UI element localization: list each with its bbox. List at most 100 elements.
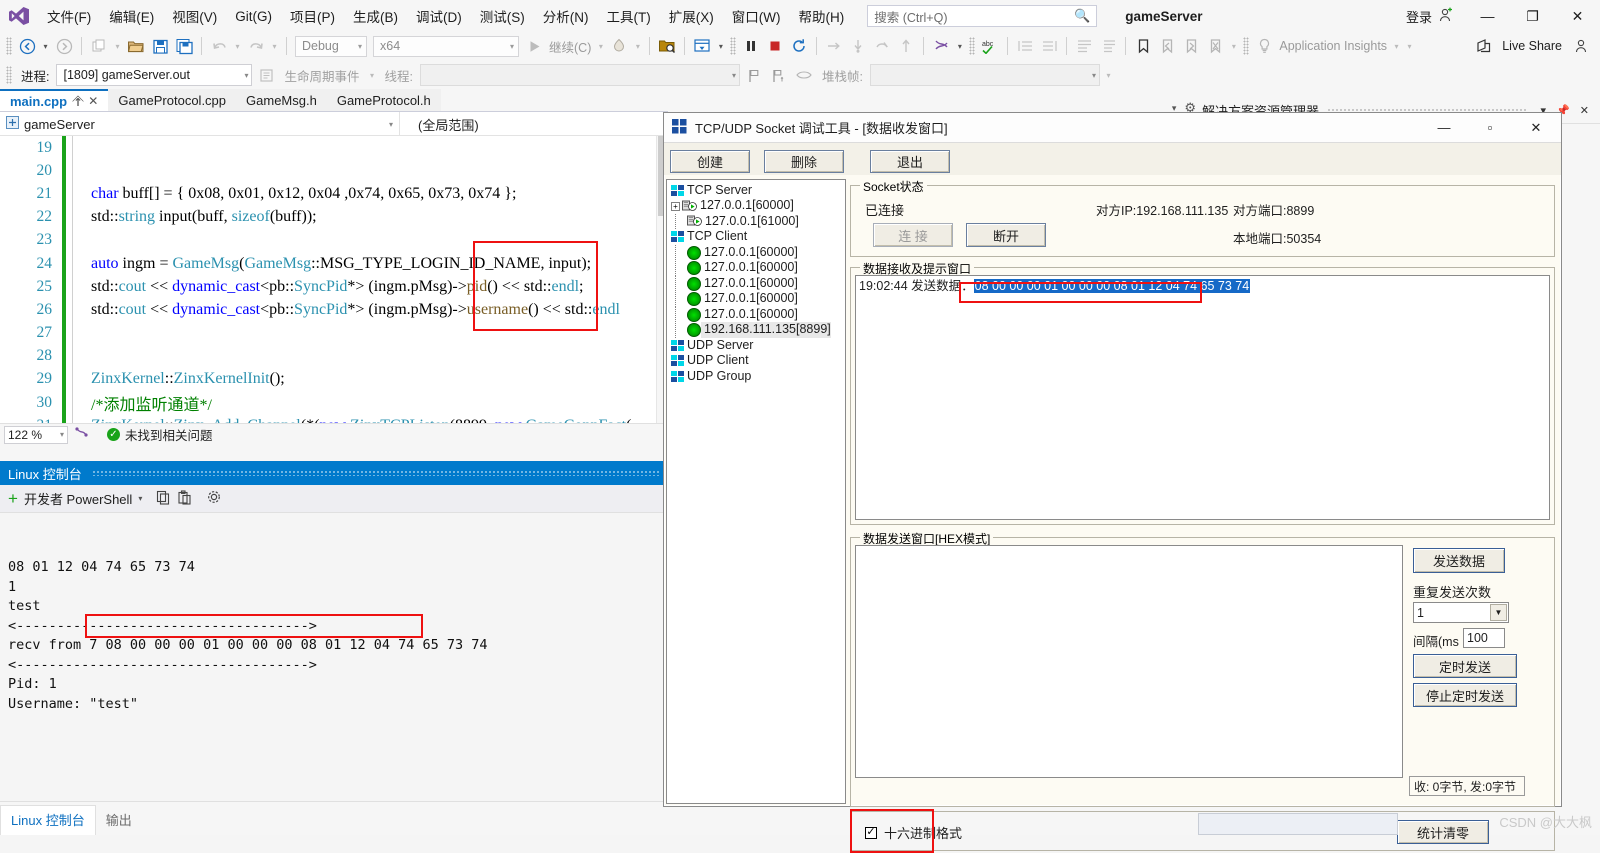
send-data-button[interactable]: 发送数据 [1413,548,1505,573]
menu-git[interactable]: Git(G) [226,6,281,27]
navigate-forward-icon[interactable] [53,35,75,57]
timed-send-button[interactable]: 定时发送 [1413,654,1517,678]
bookmark-caret-icon[interactable]: ▾ [1228,42,1239,51]
tab-gameprotocol-cpp[interactable]: GameProtocol.cpp [108,89,237,111]
menu-build[interactable]: 生成(B) [344,3,407,29]
project-scope-combo[interactable]: gameServer ▾ [0,112,400,136]
tree-node[interactable]: UDP Group [671,369,845,385]
zoom-level-combo[interactable]: 122 % ▾ [4,425,68,444]
flag-next-icon[interactable] [768,64,790,86]
flag-icon[interactable] [743,64,765,86]
terminal-output[interactable]: 08 01 12 04 74 65 73 74 1 test <-----------… [0,513,668,801]
step-out-icon[interactable] [871,35,893,57]
tree-node[interactable]: 127.0.0.1[60000] [671,276,845,292]
connect-button[interactable]: 连 接 [873,223,953,247]
debug-toolbar-grip[interactable] [6,66,12,84]
delete-button[interactable]: 删除 [764,149,844,173]
tree-node[interactable]: TCP Client [671,229,845,246]
thread-combo[interactable]: ▾ [419,64,740,86]
close-icon[interactable]: ✕ [88,94,98,108]
compare-caret-icon[interactable]: ▾ [954,42,965,51]
menu-debug[interactable]: 调试(D) [407,3,471,29]
menu-test[interactable]: 测试(S) [471,3,534,29]
toolbar-grip[interactable] [6,37,12,55]
open-folder-icon[interactable] [125,35,147,57]
save-all-icon[interactable] [173,35,195,57]
spell-check-icon[interactable]: abc [979,35,1001,57]
lifecycle-events-icon[interactable] [255,64,277,86]
copy-icon[interactable] [156,490,171,508]
new-project-icon[interactable] [88,35,110,57]
menu-file[interactable]: 文件(F) [38,3,100,29]
window-layout-caret-icon[interactable]: ▾ [715,42,726,51]
live-share-label[interactable]: Live Share [1500,39,1564,53]
outdent-icon[interactable] [1038,35,1060,57]
indent-icon[interactable] [1014,35,1036,57]
back-dropdown-caret-icon[interactable]: ▾ [40,42,51,51]
hex-format-checkbox[interactable]: ✓ 十六进制格式 [865,823,962,842]
tree-node[interactable]: 127.0.0.1[61000] [671,214,845,230]
menu-view[interactable]: 视图(V) [163,3,226,29]
compare-icon[interactable] [930,35,952,57]
socket-maximize-button[interactable]: ▫ [1467,114,1513,142]
tree-node[interactable]: UDP Server [671,338,845,354]
lifecycle-events-label[interactable]: 生命周期事件 [280,66,363,85]
continue-button-label[interactable]: 继续(C) [547,37,593,56]
tree-expander-icon[interactable]: + [671,201,680,211]
tree-node[interactable]: UDP Client [671,353,845,370]
tree-node[interactable]: 192.168.111.135[8899] [671,322,845,339]
continue-caret-icon[interactable]: ▾ [595,42,606,51]
menu-help[interactable]: 帮助(H) [789,3,853,29]
platform-combo[interactable]: x64 ▾ [373,35,519,57]
menu-extensions[interactable]: 扩展(X) [660,3,723,29]
configuration-combo[interactable]: Debug ▾ [295,35,367,57]
bookmark-previous-icon[interactable] [1156,35,1178,57]
pause-icon[interactable] [740,35,762,57]
window-close-button[interactable]: ✕ [1555,1,1600,31]
socket-close-button[interactable]: ✕ [1513,114,1559,142]
comment-icon[interactable] [1073,35,1095,57]
toolbar-grip-3[interactable] [969,37,976,55]
socket-window-title-bar[interactable]: TCP/UDP Socket 调试工具 - [数据收发窗口] — ▫ ✕ [664,113,1561,143]
tab-gamemsg-h[interactable]: GameMsg.h [236,89,327,111]
toolbar-grip-4[interactable] [1243,37,1250,55]
show-next-statement-icon[interactable] [895,35,917,57]
connection-tree[interactable]: TCP Server +127.0.0.1[60000] 127.0.0.1[610… [666,179,846,804]
checkbox-box[interactable]: ✓ [865,826,877,839]
close-icon[interactable]: ✕ [1575,104,1594,117]
toolbar-grip-2[interactable] [730,37,737,55]
menu-edit[interactable]: 编辑(E) [100,3,163,29]
stackframe-combo[interactable]: ▾ [869,64,1100,86]
window-minimize-button[interactable]: — [1465,1,1510,31]
sign-in-button[interactable]: 登录 [1394,7,1465,26]
bookmark-next-icon[interactable] [1180,35,1202,57]
tab-main-cpp[interactable]: main.cpp ⇱ ✕ [0,89,109,111]
menu-project[interactable]: 项目(P) [281,3,344,29]
bookmark-clear-icon[interactable] [1204,35,1226,57]
menu-window[interactable]: 窗口(W) [723,3,790,29]
tree-node[interactable]: 127.0.0.1[60000] [671,291,845,308]
stop-timed-send-button[interactable]: 停止定时发送 [1413,683,1517,707]
redo-icon[interactable] [245,35,267,57]
repeat-count-combo[interactable]: 1 ▼ [1413,602,1509,623]
code-analysis-icon[interactable] [74,426,89,444]
tree-node[interactable]: +127.0.0.1[60000] [671,198,845,215]
disconnect-button[interactable]: 断开 [966,223,1046,247]
tree-node[interactable]: TCP Server [671,183,845,199]
terminal-shell-name[interactable]: 开发者 PowerShell [24,489,132,508]
stack-frame-icon[interactable] [793,64,815,86]
play-icon[interactable] [523,35,545,57]
tab-output[interactable]: 输出 [96,806,142,835]
clear-stats-button[interactable]: 统计清零 [1397,820,1489,844]
hot-reload-icon[interactable] [608,35,630,57]
toolbar-overflow-icon[interactable]: ▾ [1404,42,1415,51]
chevron-down-icon[interactable]: ▾ [138,494,142,503]
navigate-back-icon[interactable] [16,35,38,57]
new-project-caret-icon[interactable]: ▾ [112,42,123,51]
uncomment-icon[interactable] [1097,35,1119,57]
create-button[interactable]: 创建 [670,149,750,173]
save-icon[interactable] [149,35,171,57]
window-maximize-button[interactable]: ❐ [1510,1,1555,31]
member-scope-combo[interactable]: (全局范围) [400,112,668,136]
lightbulb-icon[interactable] [1253,35,1275,57]
